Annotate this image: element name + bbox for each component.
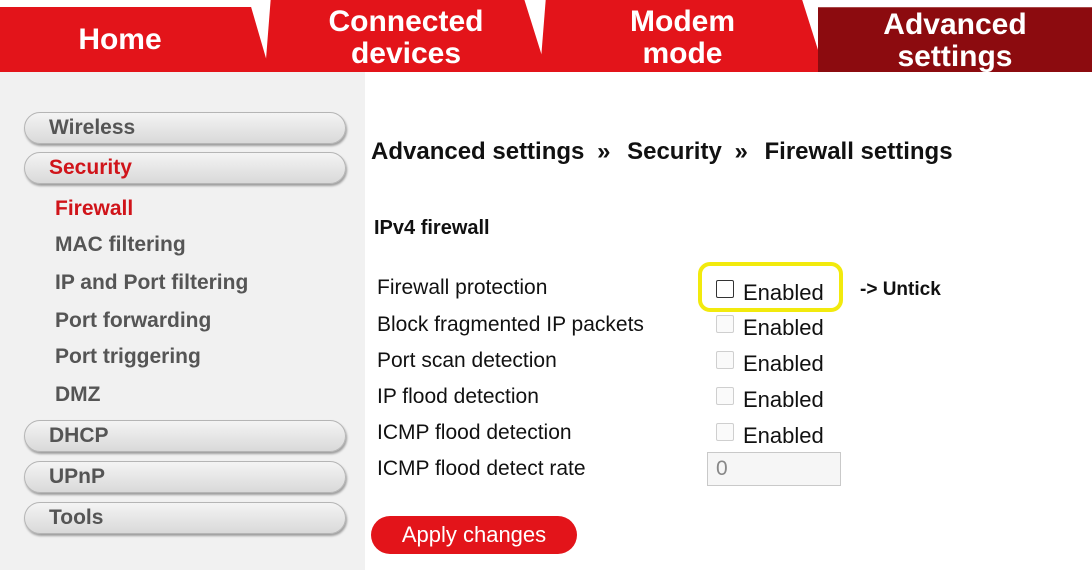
tab-advanced-label-1: Advanced — [883, 8, 1027, 41]
apply-changes-button[interactable]: Apply changes — [371, 516, 577, 554]
highlight-box — [698, 262, 843, 312]
firewall-protection-label: Firewall protection — [377, 276, 548, 299]
top-nav: Home Connected devices Modem mode Advanc… — [0, 0, 1092, 72]
icmp-flood-enabled-label: Enabled — [743, 423, 824, 448]
tab-home[interactable]: Home — [0, 7, 270, 72]
block-fragmented-enabled-label: Enabled — [743, 315, 824, 340]
tab-advanced-settings[interactable]: Advanced settings — [818, 7, 1092, 73]
sidebar-item-wireless[interactable]: Wireless — [24, 112, 346, 144]
ip-flood-label: IP flood detection — [377, 385, 539, 408]
sidebar-item-tools[interactable]: Tools — [24, 502, 346, 534]
icmp-flood-checkbox[interactable] — [716, 423, 734, 441]
tab-connected-label-2: devices — [350, 37, 462, 70]
block-fragmented-checkbox[interactable] — [716, 315, 734, 333]
sidebar-subitem-port-forwarding[interactable]: Port forwarding — [55, 309, 211, 333]
tab-advanced-label-2: settings — [897, 40, 1013, 73]
tab-connected-devices[interactable]: Connected devices — [265, 0, 547, 72]
sidebar-item-dhcp[interactable]: DHCP — [24, 420, 346, 452]
tab-connected-label-1: Connected — [328, 5, 484, 38]
icmp-flood-label: ICMP flood detection — [377, 421, 572, 444]
breadcrumb-separator: » — [734, 138, 748, 165]
sidebar-item-upnp[interactable]: UPnP — [24, 461, 346, 493]
sidebar-subitem-mac-filtering[interactable]: MAC filtering — [55, 233, 186, 257]
untick-annotation: -> Untick — [860, 279, 941, 300]
breadcrumb-firewall-settings: Firewall settings — [764, 138, 953, 165]
sidebar-subitem-port-triggering[interactable]: Port triggering — [55, 345, 201, 369]
breadcrumb-advanced-settings[interactable]: Advanced settings — [371, 138, 584, 165]
icmp-rate-label: ICMP flood detect rate — [377, 457, 586, 480]
tab-modem-label-1: Modem — [630, 5, 735, 38]
breadcrumb-separator: » — [597, 138, 611, 165]
tab-home-label: Home — [78, 22, 162, 56]
tab-modem-label-2: mode — [642, 37, 723, 70]
port-scan-label: Port scan detection — [377, 349, 557, 372]
sidebar-subitem-firewall[interactable]: Firewall — [55, 197, 133, 221]
section-title: IPv4 firewall — [374, 217, 490, 239]
icmp-flood-rate-input[interactable]: 0 — [707, 452, 841, 486]
breadcrumb: Advanced settings » Security » Firewall … — [371, 138, 953, 166]
sidebar-subitem-dmz[interactable]: DMZ — [55, 383, 101, 407]
sidebar-item-security[interactable]: Security — [24, 152, 346, 184]
breadcrumb-security[interactable]: Security — [627, 138, 722, 165]
sidebar-subitem-ip-port-filtering[interactable]: IP and Port filtering — [55, 271, 248, 295]
block-fragmented-label: Block fragmented IP packets — [377, 313, 644, 336]
ip-flood-checkbox[interactable] — [716, 387, 734, 405]
sidebar: Wireless Security Firewall MAC filtering… — [0, 72, 365, 570]
port-scan-enabled-label: Enabled — [743, 351, 824, 376]
tab-modem-mode[interactable]: Modem mode — [540, 0, 825, 72]
port-scan-checkbox[interactable] — [716, 351, 734, 369]
ip-flood-enabled-label: Enabled — [743, 387, 824, 412]
